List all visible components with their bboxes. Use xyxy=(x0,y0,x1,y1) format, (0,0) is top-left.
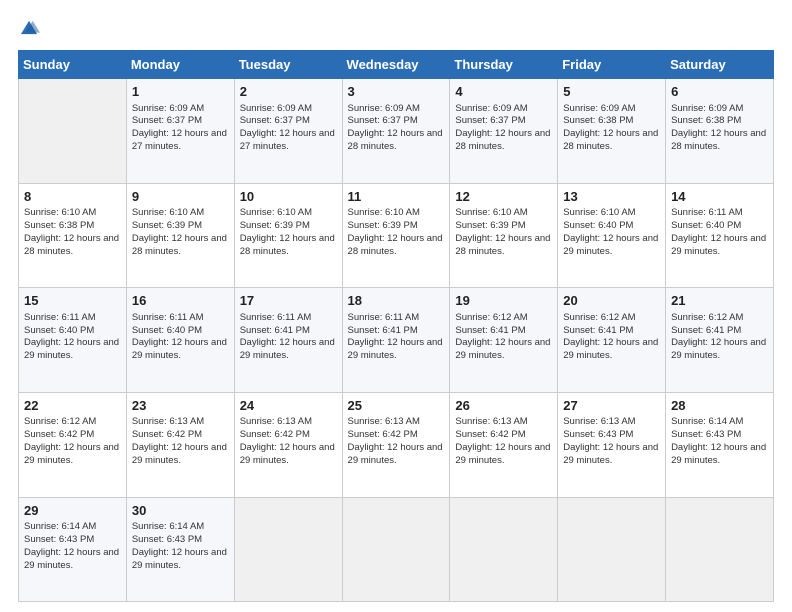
day-number: 22 xyxy=(24,397,121,415)
calendar-cell: 12Sunrise: 6:10 AMSunset: 6:39 PMDayligh… xyxy=(450,183,558,288)
calendar-cell: 3Sunrise: 6:09 AMSunset: 6:37 PMDaylight… xyxy=(342,79,450,184)
day-header-saturday: Saturday xyxy=(666,51,774,79)
logo-icon xyxy=(18,18,40,40)
day-number: 28 xyxy=(671,397,768,415)
day-header-tuesday: Tuesday xyxy=(234,51,342,79)
day-number: 25 xyxy=(348,397,445,415)
calendar-cell: 20Sunrise: 6:12 AMSunset: 6:41 PMDayligh… xyxy=(558,288,666,393)
day-header-wednesday: Wednesday xyxy=(342,51,450,79)
calendar-cell: 27Sunrise: 6:13 AMSunset: 6:43 PMDayligh… xyxy=(558,392,666,497)
calendar-table: SundayMondayTuesdayWednesdayThursdayFrid… xyxy=(18,50,774,602)
calendar-cell: 17Sunrise: 6:11 AMSunset: 6:41 PMDayligh… xyxy=(234,288,342,393)
page: SundayMondayTuesdayWednesdayThursdayFrid… xyxy=(0,0,792,612)
calendar-cell: 30Sunrise: 6:14 AMSunset: 6:43 PMDayligh… xyxy=(126,497,234,601)
day-number: 19 xyxy=(455,292,552,310)
day-number: 30 xyxy=(132,502,229,520)
calendar-cell xyxy=(450,497,558,601)
day-number: 26 xyxy=(455,397,552,415)
calendar-cell: 24Sunrise: 6:13 AMSunset: 6:42 PMDayligh… xyxy=(234,392,342,497)
day-number: 2 xyxy=(240,83,337,101)
day-header-friday: Friday xyxy=(558,51,666,79)
top-area xyxy=(18,18,774,40)
calendar-week-row: 1Sunrise: 6:09 AMSunset: 6:37 PMDaylight… xyxy=(19,79,774,184)
calendar-week-row: 29Sunrise: 6:14 AMSunset: 6:43 PMDayligh… xyxy=(19,497,774,601)
calendar-cell: 23Sunrise: 6:13 AMSunset: 6:42 PMDayligh… xyxy=(126,392,234,497)
day-number: 6 xyxy=(671,83,768,101)
calendar-cell: 4Sunrise: 6:09 AMSunset: 6:37 PMDaylight… xyxy=(450,79,558,184)
calendar-cell: 26Sunrise: 6:13 AMSunset: 6:42 PMDayligh… xyxy=(450,392,558,497)
calendar-cell: 18Sunrise: 6:11 AMSunset: 6:41 PMDayligh… xyxy=(342,288,450,393)
calendar-cell xyxy=(19,79,127,184)
day-number: 9 xyxy=(132,188,229,206)
day-number: 14 xyxy=(671,188,768,206)
calendar-cell xyxy=(342,497,450,601)
calendar-cell xyxy=(666,497,774,601)
calendar-cell: 22Sunrise: 6:12 AMSunset: 6:42 PMDayligh… xyxy=(19,392,127,497)
calendar-cell: 15Sunrise: 6:11 AMSunset: 6:40 PMDayligh… xyxy=(19,288,127,393)
day-number: 21 xyxy=(671,292,768,310)
day-number: 27 xyxy=(563,397,660,415)
calendar-cell xyxy=(234,497,342,601)
calendar-cell: 21Sunrise: 6:12 AMSunset: 6:41 PMDayligh… xyxy=(666,288,774,393)
calendar-cell: 13Sunrise: 6:10 AMSunset: 6:40 PMDayligh… xyxy=(558,183,666,288)
calendar-week-row: 8Sunrise: 6:10 AMSunset: 6:38 PMDaylight… xyxy=(19,183,774,288)
day-number: 13 xyxy=(563,188,660,206)
calendar-cell: 8Sunrise: 6:10 AMSunset: 6:38 PMDaylight… xyxy=(19,183,127,288)
calendar-cell: 19Sunrise: 6:12 AMSunset: 6:41 PMDayligh… xyxy=(450,288,558,393)
calendar-week-row: 22Sunrise: 6:12 AMSunset: 6:42 PMDayligh… xyxy=(19,392,774,497)
day-number: 1 xyxy=(132,83,229,101)
day-header-sunday: Sunday xyxy=(19,51,127,79)
day-number: 20 xyxy=(563,292,660,310)
calendar-cell: 6Sunrise: 6:09 AMSunset: 6:38 PMDaylight… xyxy=(666,79,774,184)
calendar-cell: 25Sunrise: 6:13 AMSunset: 6:42 PMDayligh… xyxy=(342,392,450,497)
calendar-cell: 5Sunrise: 6:09 AMSunset: 6:38 PMDaylight… xyxy=(558,79,666,184)
calendar-header-row: SundayMondayTuesdayWednesdayThursdayFrid… xyxy=(19,51,774,79)
day-number: 18 xyxy=(348,292,445,310)
day-number: 17 xyxy=(240,292,337,310)
calendar-cell: 2Sunrise: 6:09 AMSunset: 6:37 PMDaylight… xyxy=(234,79,342,184)
day-number: 11 xyxy=(348,188,445,206)
calendar-cell: 9Sunrise: 6:10 AMSunset: 6:39 PMDaylight… xyxy=(126,183,234,288)
calendar-cell: 1Sunrise: 6:09 AMSunset: 6:37 PMDaylight… xyxy=(126,79,234,184)
calendar-cell: 28Sunrise: 6:14 AMSunset: 6:43 PMDayligh… xyxy=(666,392,774,497)
day-number: 16 xyxy=(132,292,229,310)
day-number: 23 xyxy=(132,397,229,415)
day-number: 15 xyxy=(24,292,121,310)
day-header-thursday: Thursday xyxy=(450,51,558,79)
day-number: 24 xyxy=(240,397,337,415)
day-number: 3 xyxy=(348,83,445,101)
calendar-cell: 10Sunrise: 6:10 AMSunset: 6:39 PMDayligh… xyxy=(234,183,342,288)
calendar-cell: 14Sunrise: 6:11 AMSunset: 6:40 PMDayligh… xyxy=(666,183,774,288)
logo xyxy=(18,18,44,40)
day-number: 4 xyxy=(455,83,552,101)
calendar-cell: 16Sunrise: 6:11 AMSunset: 6:40 PMDayligh… xyxy=(126,288,234,393)
day-header-monday: Monday xyxy=(126,51,234,79)
day-number: 29 xyxy=(24,502,121,520)
day-number: 8 xyxy=(24,188,121,206)
calendar-cell xyxy=(558,497,666,601)
day-number: 10 xyxy=(240,188,337,206)
calendar-cell: 11Sunrise: 6:10 AMSunset: 6:39 PMDayligh… xyxy=(342,183,450,288)
calendar-cell: 29Sunrise: 6:14 AMSunset: 6:43 PMDayligh… xyxy=(19,497,127,601)
day-number: 12 xyxy=(455,188,552,206)
calendar-week-row: 15Sunrise: 6:11 AMSunset: 6:40 PMDayligh… xyxy=(19,288,774,393)
day-number: 5 xyxy=(563,83,660,101)
